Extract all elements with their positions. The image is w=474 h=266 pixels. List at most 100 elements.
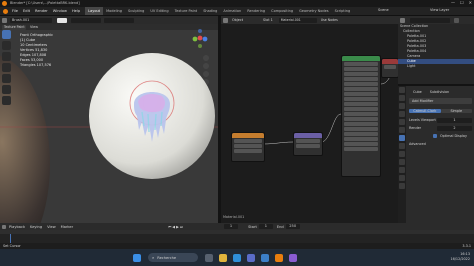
windows-start-icon[interactable]	[133, 253, 141, 262]
view-layer-selector[interactable]: View Layer	[430, 8, 449, 12]
store-icon[interactable]	[247, 253, 255, 262]
menu-file[interactable]: File	[12, 9, 18, 13]
tab-uv-editing[interactable]: UV Editing	[147, 7, 171, 15]
timeline-view-menu[interactable]: View	[47, 225, 56, 229]
material-selector[interactable]: Material.001	[278, 17, 317, 23]
tab-layout[interactable]: Layout	[85, 7, 104, 15]
minimize-button[interactable]: —	[451, 0, 455, 7]
levels-viewport-field[interactable]: 1	[437, 117, 472, 123]
end-label: End	[276, 224, 284, 229]
tray-date[interactable]: 16/12/2022	[450, 257, 470, 262]
current-frame-field[interactable]: 1	[224, 224, 239, 229]
advanced-panel-header[interactable]: Advanced	[409, 142, 472, 147]
use-nodes-checkbox[interactable]: Use Nodes	[321, 18, 338, 22]
image-texture-node[interactable]	[231, 132, 265, 162]
file-explorer-icon[interactable]	[219, 253, 227, 262]
outliner-type-icon[interactable]	[400, 17, 405, 23]
title-bar: Blender* [C:\Users\...\PolettaBRK.blend]…	[0, 0, 474, 7]
blender-taskbar-icon[interactable]	[275, 253, 283, 262]
tab-animation[interactable]: Animation	[220, 7, 244, 15]
physics-tab-icon[interactable]	[399, 151, 405, 157]
optimal-display-label: Optimal Display	[440, 134, 467, 138]
shader-node-editor[interactable]: Material.001	[221, 24, 398, 223]
menu-edit[interactable]: Edit	[23, 9, 30, 13]
slot-selector[interactable]: Slot 1	[263, 18, 273, 22]
timeline[interactable]	[0, 230, 474, 243]
tab-texture-paint[interactable]: Texture Paint	[172, 7, 201, 15]
maximize-button[interactable]: ☐	[460, 0, 464, 7]
fill-tool-icon[interactable]	[2, 74, 11, 83]
tab-scripting[interactable]: Scripting	[332, 7, 354, 15]
tab-compositing[interactable]: Compositing	[268, 7, 296, 15]
filter-icon[interactable]	[454, 17, 459, 23]
material-output-node[interactable]	[381, 58, 398, 78]
texture-tab-icon[interactable]	[399, 183, 405, 189]
outliner-search[interactable]	[410, 17, 450, 23]
brush-selector[interactable]: Brush.001	[10, 17, 52, 23]
app-taskbar-icon[interactable]	[289, 253, 297, 262]
brush-color-swatch[interactable]	[57, 17, 67, 23]
object-tab-icon[interactable]	[399, 127, 405, 133]
draw-tool-icon[interactable]	[2, 30, 11, 39]
tab-catmull-clark[interactable]: Catmull-Clark	[409, 109, 441, 113]
viewport-stats: Front Orthographic (1) Cube 10 Centimete…	[20, 33, 53, 68]
properties-content: Cube Subdivision Add Modifier Catmull-Cl…	[409, 89, 472, 147]
outliner-header	[398, 16, 474, 24]
mask-tool-icon[interactable]	[2, 85, 11, 94]
world-tab-icon[interactable]	[399, 119, 405, 125]
clone-tool-icon[interactable]	[2, 63, 11, 72]
close-button[interactable]: ✕	[469, 0, 472, 7]
viewport-header: Brush.001	[0, 16, 218, 24]
radius-field[interactable]	[71, 17, 101, 23]
object-menu[interactable]: Object	[232, 18, 243, 22]
scene-selector[interactable]: Scene	[378, 8, 389, 12]
strength-field[interactable]	[104, 17, 134, 23]
modifier-wrench-icon[interactable]	[399, 135, 405, 141]
playback-menu[interactable]: Playback	[9, 225, 25, 229]
data-tab-icon[interactable]	[399, 167, 405, 173]
task-view-icon[interactable]	[205, 253, 213, 262]
node-editor-type-icon[interactable]	[223, 17, 228, 23]
menu-render[interactable]: Render	[35, 9, 48, 13]
color-ramp-node[interactable]	[293, 132, 323, 156]
smear-tool-icon[interactable]	[2, 52, 11, 61]
optimal-display-checkbox[interactable]	[433, 134, 437, 138]
tab-rendering[interactable]: Rendering	[244, 7, 268, 15]
output-tab-icon[interactable]	[399, 103, 405, 109]
tool-tab-icon[interactable]	[399, 87, 405, 93]
tab-geometry-nodes[interactable]: Geometry Nodes	[296, 7, 332, 15]
principled-bsdf-node[interactable]	[341, 55, 381, 177]
search-icon: ⌕	[152, 255, 155, 260]
browser-icon[interactable]	[233, 253, 241, 262]
render-tab-icon[interactable]	[399, 95, 405, 101]
soften-tool-icon[interactable]	[2, 41, 11, 50]
outliner-row[interactable]: Light	[398, 64, 474, 69]
status-hint: Set Cursor	[3, 244, 21, 248]
menu-window[interactable]: Window	[53, 9, 67, 13]
start-frame-field[interactable]: 1	[258, 224, 273, 229]
tab-shading[interactable]: Shading	[200, 7, 220, 15]
tab-modeling[interactable]: Modeling	[103, 7, 125, 15]
mail-icon[interactable]	[261, 253, 269, 262]
painted-sphere[interactable]	[82, 46, 222, 186]
particles-tab-icon[interactable]	[399, 143, 405, 149]
end-frame-field[interactable]: 250	[285, 224, 300, 229]
blender-menu-icon[interactable]	[3, 8, 8, 14]
tab-simple[interactable]: Simple	[440, 109, 472, 113]
material-tab-icon[interactable]	[399, 175, 405, 181]
add-modifier-button[interactable]: Add Modifier	[409, 98, 472, 104]
constraints-tab-icon[interactable]	[399, 159, 405, 165]
timeline-type-icon[interactable]	[2, 224, 6, 229]
play-controls[interactable]: ⏮◀▶⏭	[168, 225, 184, 229]
node-editor-header: Object Slot 1 Material.001 Use Nodes	[221, 16, 398, 24]
menu-help[interactable]: Help	[72, 9, 80, 13]
annotate-tool-icon[interactable]	[2, 96, 11, 105]
editor-type-icon[interactable]	[2, 17, 7, 23]
tab-sculpting[interactable]: Sculpting	[125, 7, 147, 15]
keying-menu[interactable]: Keying	[30, 225, 42, 229]
render-levels-field[interactable]: 2	[437, 125, 472, 131]
taskbar-search[interactable]: ⌕ Recherche	[148, 253, 198, 262]
scene-tab-icon[interactable]	[399, 111, 405, 117]
version-label: 3.3.1	[462, 244, 471, 248]
marker-menu[interactable]: Marker	[61, 225, 73, 229]
